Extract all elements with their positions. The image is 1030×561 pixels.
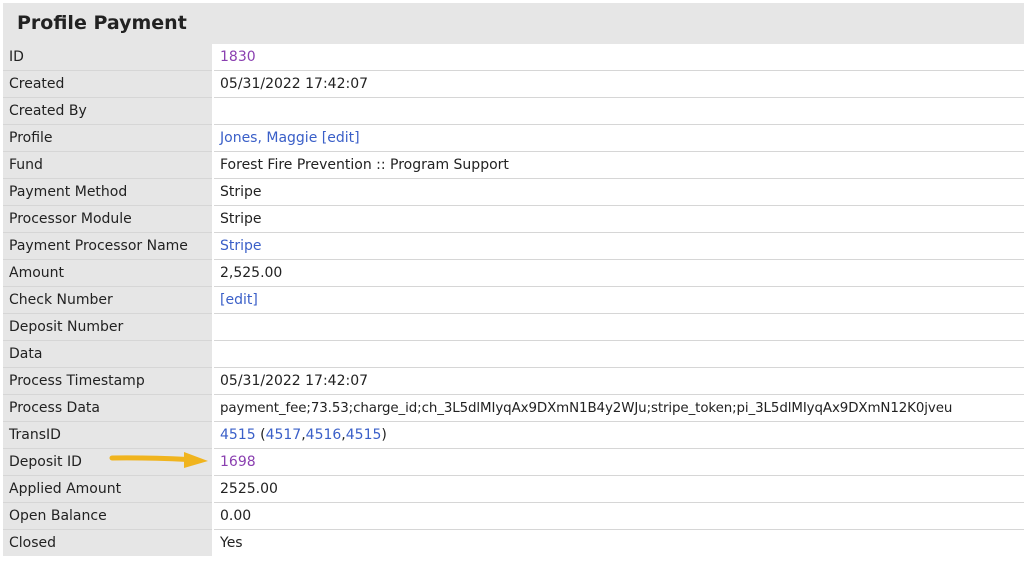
- table-row: Applied Amount 2525.00: [3, 475, 1024, 503]
- row-value: Jones, Maggie [edit]: [213, 124, 1024, 152]
- check-number-edit-link[interactable]: [edit]: [220, 292, 258, 308]
- row-value: 0.00: [213, 502, 1024, 530]
- row-value: Stripe: [213, 205, 1024, 233]
- row-value: Forest Fire Prevention :: Program Suppor…: [213, 151, 1024, 179]
- table-row: Data: [3, 340, 1024, 368]
- row-value: [213, 313, 1024, 341]
- row-label: Payment Processor Name: [3, 232, 214, 260]
- row-label: Processor Module: [3, 205, 214, 233]
- table-row: Created 05/31/2022 17:42:07: [3, 70, 1024, 98]
- row-value: payment_fee;73.53;charge_id;ch_3L5dlMIyq…: [213, 394, 1024, 422]
- table-row: Created By: [3, 97, 1024, 125]
- row-label: Open Balance: [3, 502, 214, 530]
- table-row: Process Timestamp 05/31/2022 17:42:07: [3, 367, 1024, 395]
- trans-id-link[interactable]: 4515: [220, 427, 256, 443]
- row-label: Check Number: [3, 286, 214, 314]
- table-row: Payment Method Stripe: [3, 178, 1024, 206]
- payment-processor-link[interactable]: Stripe: [220, 238, 262, 254]
- row-value: [edit]: [213, 286, 1024, 314]
- table-row: ID 1830: [3, 44, 1024, 71]
- table-row: TransID 4515 (4517,4516,4515): [3, 421, 1024, 449]
- trans-id-close-paren: ): [381, 427, 387, 443]
- table-row: Check Number [edit]: [3, 286, 1024, 314]
- row-value: 4515 (4517,4516,4515): [213, 421, 1024, 449]
- row-label: Payment Method: [3, 178, 214, 206]
- deposit-id-link[interactable]: 1698: [220, 454, 256, 470]
- row-label: Closed: [3, 529, 214, 556]
- row-value: 2525.00: [213, 475, 1024, 503]
- row-label: Created By: [3, 97, 214, 125]
- row-label: Created: [3, 70, 214, 98]
- panel-title: Profile Payment: [17, 12, 187, 34]
- row-label: Applied Amount: [3, 475, 214, 503]
- row-value: 05/31/2022 17:42:07: [213, 70, 1024, 98]
- row-value: 2,525.00: [213, 259, 1024, 287]
- row-label: Fund: [3, 151, 214, 179]
- row-value: 05/31/2022 17:42:07: [213, 367, 1024, 395]
- row-label: ID: [3, 44, 214, 71]
- table-row: Closed Yes: [3, 529, 1024, 556]
- table-row: Process Data payment_fee;73.53;charge_id…: [3, 394, 1024, 422]
- row-value: Stripe: [213, 232, 1024, 260]
- row-label: Deposit Number: [3, 313, 214, 341]
- id-link[interactable]: 1830: [220, 49, 256, 65]
- table-row: Fund Forest Fire Prevention :: Program S…: [3, 151, 1024, 179]
- row-label: Amount: [3, 259, 214, 287]
- row-value: Yes: [213, 529, 1024, 556]
- payment-detail-table: ID 1830 Created 05/31/2022 17:42:07 Crea…: [3, 44, 1024, 556]
- row-value: 1830: [213, 44, 1024, 71]
- row-value: [213, 97, 1024, 125]
- row-value: Stripe: [213, 178, 1024, 206]
- related-trans-link[interactable]: 4515: [346, 427, 382, 443]
- table-row: Payment Processor Name Stripe: [3, 232, 1024, 260]
- related-trans-link[interactable]: 4516: [306, 427, 342, 443]
- row-label: Process Timestamp: [3, 367, 214, 395]
- row-value: [213, 340, 1024, 368]
- table-row: Open Balance 0.00: [3, 502, 1024, 530]
- row-label: TransID: [3, 421, 214, 449]
- table-row: Profile Jones, Maggie [edit]: [3, 124, 1024, 152]
- profile-edit-link[interactable]: [edit]: [322, 130, 360, 146]
- related-trans-link[interactable]: 4517: [266, 427, 302, 443]
- row-value: 1698: [213, 448, 1024, 476]
- table-row: Amount 2,525.00: [3, 259, 1024, 287]
- table-row: Deposit Number: [3, 313, 1024, 341]
- arrow-right-icon: [109, 452, 208, 468]
- row-label: Process Data: [3, 394, 214, 422]
- row-label: Profile: [3, 124, 214, 152]
- profile-link[interactable]: Jones, Maggie: [220, 130, 317, 146]
- row-label: Data: [3, 340, 214, 368]
- table-row: Processor Module Stripe: [3, 205, 1024, 233]
